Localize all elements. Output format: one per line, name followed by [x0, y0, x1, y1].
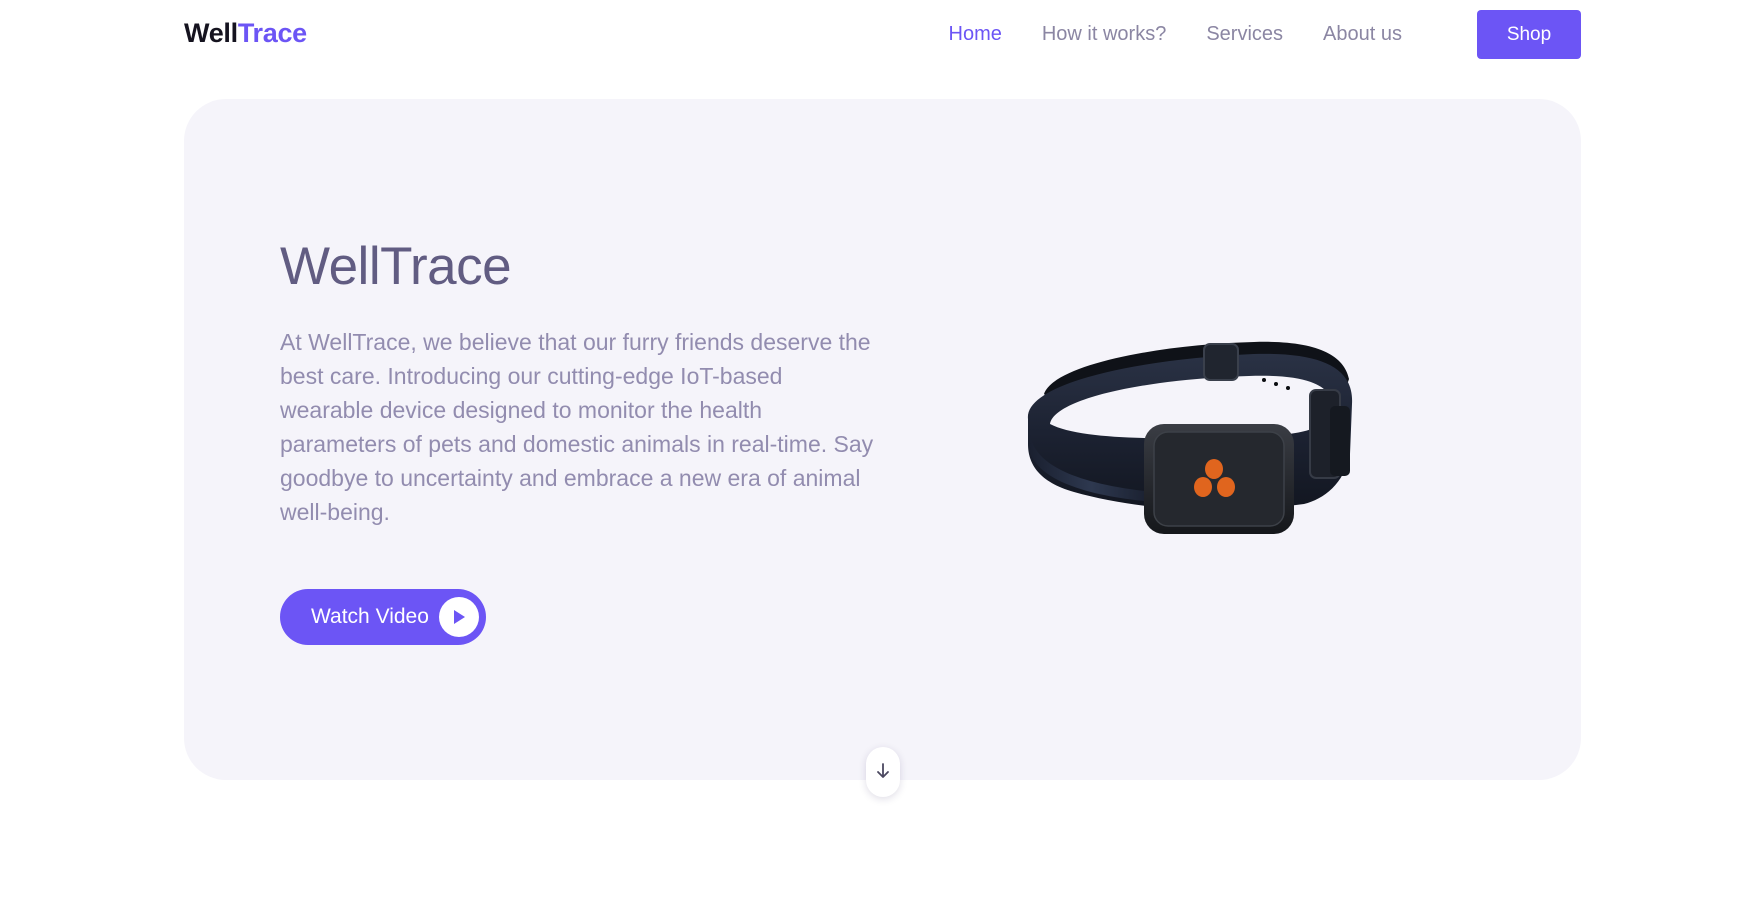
nav-how-it-works[interactable]: How it works? [1042, 23, 1166, 46]
main-nav: Home How it works? Services About us [909, 10, 1403, 59]
play-icon [439, 597, 479, 637]
scroll-down-button[interactable] [866, 747, 900, 797]
hero-section: WellTrace At WellTrace, we believe that … [184, 99, 1581, 780]
nav-home[interactable]: Home [949, 23, 1002, 46]
brand-logo-part1: Well [184, 18, 238, 48]
nav-about-us[interactable]: About us [1323, 23, 1402, 46]
pet-collar-device-image [1014, 324, 1414, 554]
nav-services[interactable]: Services [1206, 23, 1283, 46]
watch-video-label: Watch Video [311, 605, 429, 628]
site-header: WellTrace Home How it works? Services Ab… [0, 0, 1756, 70]
watch-video-button[interactable]: Watch Video [280, 589, 486, 645]
hero-title: WellTrace [280, 237, 512, 296]
hero-description: At WellTrace, we believe that our furry … [280, 329, 874, 525]
brand-logo-part2: Trace [237, 18, 307, 48]
arrow-down-icon [876, 762, 890, 782]
shop-button[interactable]: Shop [1477, 10, 1581, 59]
brand-logo[interactable]: WellTrace [184, 18, 307, 49]
